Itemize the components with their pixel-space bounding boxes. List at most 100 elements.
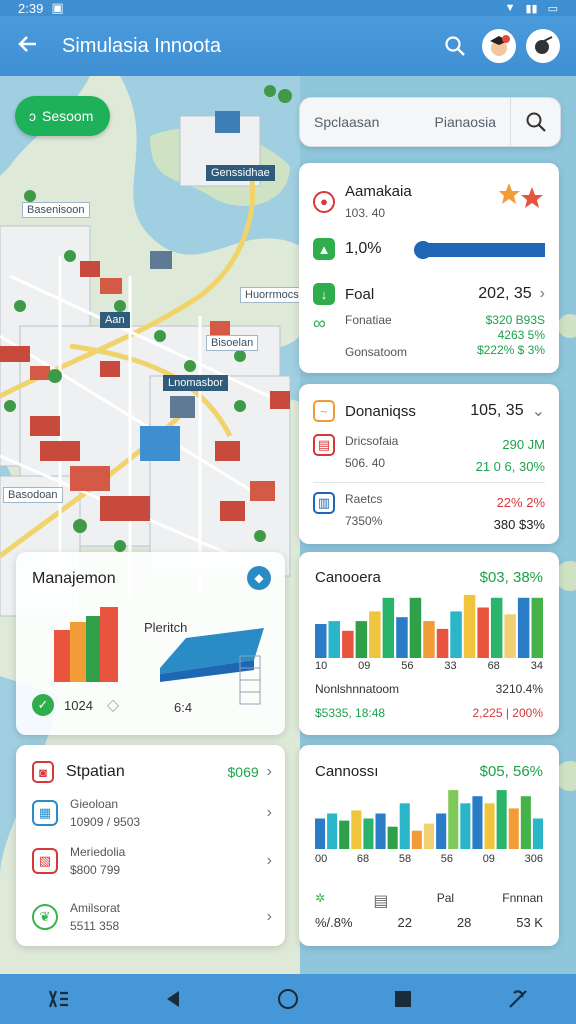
tick-label: 34 xyxy=(530,660,543,672)
chevron-right-icon[interactable]: › xyxy=(267,763,272,781)
leaf-icon: ❦ xyxy=(32,904,58,930)
map-label[interactable]: Aan xyxy=(100,312,130,328)
metric-value: 4263 5% xyxy=(497,328,545,342)
metric-value: $222% $ 3% xyxy=(476,343,545,357)
check-icon: ✓ xyxy=(32,694,54,716)
metric-value: 380 $3% xyxy=(493,517,545,532)
arrow-up-icon: ▲ xyxy=(313,238,335,260)
list-item-sub: 5511 358 xyxy=(70,919,120,933)
chart-bar xyxy=(355,621,368,658)
user-avatar[interactable] xyxy=(482,29,516,63)
chart-bar xyxy=(436,813,447,849)
chart-bar xyxy=(387,826,398,849)
map-label[interactable]: Basodoan xyxy=(3,487,63,503)
row-sublabel: 7350% xyxy=(345,514,383,528)
chart-bar xyxy=(484,803,495,849)
metric-value: 290 JM xyxy=(502,437,545,452)
tick-label: 56 xyxy=(401,660,414,672)
row-value: 202, 35 xyxy=(478,285,532,302)
status-bar: 2:39 ▣ ▼ ▮▮ ▭ xyxy=(0,0,576,16)
card-value: $05, 56% xyxy=(479,763,543,780)
chart-bar xyxy=(460,803,471,849)
list-item[interactable]: ▦ Gieoloan 10909 / 9503 › xyxy=(32,797,272,829)
rank-stars-icon xyxy=(499,177,545,218)
chevron-down-icon[interactable]: ⌄ xyxy=(532,401,545,421)
store-icon: ▧ xyxy=(32,848,58,874)
profile-menu-icon[interactable] xyxy=(526,29,560,63)
search-icon[interactable] xyxy=(438,29,472,63)
chart-card-a: Canooera $03, 38% 10 09 56 33 68 34 Nonl… xyxy=(299,552,559,735)
home-circle-icon[interactable] xyxy=(268,979,308,1019)
recents-square-icon[interactable] xyxy=(383,979,423,1019)
chart-bar xyxy=(382,597,395,658)
chart-bar xyxy=(504,614,516,658)
app-bar: Simulasia Innoota xyxy=(0,16,576,76)
list-item[interactable]: ▧ Meriedolia $800 799 › xyxy=(32,845,272,877)
chevron-right-icon[interactable]: › xyxy=(267,908,272,926)
tick-label: 58 xyxy=(398,853,412,865)
tick-label: 10 xyxy=(315,660,328,672)
row-label: Dricsofaia xyxy=(345,434,399,448)
chart-bar xyxy=(472,796,483,849)
link-icon: ∞ xyxy=(313,313,326,333)
list-item[interactable]: ❦ Amilsorat 5511 358 › xyxy=(32,901,272,933)
card-value: $069 xyxy=(227,764,259,780)
signal-icon: ▮▮ xyxy=(525,2,538,15)
footer-value: $5335, 18:48 xyxy=(315,706,386,720)
tick-label: 09 xyxy=(358,660,371,672)
row-label: Foal xyxy=(345,285,375,303)
search-button[interactable] xyxy=(510,97,560,147)
chevron-right-icon[interactable]: › xyxy=(540,285,545,303)
document-icon: ▤ xyxy=(313,434,335,456)
footer-value: 6:4 xyxy=(174,700,193,715)
location-pin-icon: ● xyxy=(313,190,335,213)
back-arrow-icon[interactable] xyxy=(16,31,48,62)
map-label[interactable]: Lnomasbor xyxy=(163,375,229,391)
chart-bar xyxy=(490,597,503,658)
apps-icon[interactable] xyxy=(38,979,78,1019)
stations-card: ◙ Stpatian $069 › ▦ Gieoloan 10909 / 950… xyxy=(16,745,285,946)
location-icon[interactable]: ◆ xyxy=(247,566,271,590)
chart-bar xyxy=(399,803,410,849)
chevron-right-icon[interactable]: › xyxy=(267,852,272,870)
card-title: Aamakaia xyxy=(345,183,412,200)
chart-bar xyxy=(436,628,449,658)
row-label: Fonatiae xyxy=(345,313,392,327)
chart-bar xyxy=(517,597,530,658)
card-title: Manajemon xyxy=(32,570,116,587)
footer-value: %/.8% xyxy=(315,915,353,930)
search-bar[interactable]: Spclaasan Pianaosia xyxy=(299,97,561,147)
search-input[interactable]: Spclaasan Pianaosia xyxy=(300,114,510,130)
chart-bar xyxy=(396,617,408,658)
chart-bar xyxy=(450,611,462,658)
footer-head: Fnnnan xyxy=(502,891,543,905)
page-title: Simulasia Innoota xyxy=(62,34,221,57)
back-triangle-icon[interactable] xyxy=(153,979,193,1019)
chevron-right-icon[interactable]: › xyxy=(267,804,272,822)
list-item-sub: $800 799 xyxy=(70,863,121,877)
notification-icon: ▣ xyxy=(51,0,64,15)
bar-chart xyxy=(315,790,543,849)
chart-card-b: Cannossı $05, 56% 00 68 58 56 09 306 ✲ ▤… xyxy=(299,745,559,946)
card-value: 105, 35 xyxy=(470,402,524,419)
bar-chart xyxy=(315,594,543,658)
map-label[interactable]: Genssidhae xyxy=(206,165,275,181)
document-icon: ▤ xyxy=(373,893,389,910)
assistant-icon[interactable] xyxy=(498,979,538,1019)
map-label[interactable]: Basenisoon xyxy=(22,202,90,218)
camera-icon: ◙ xyxy=(32,761,54,783)
chart-bar xyxy=(409,597,422,658)
dynamics-card: ~ Donaniqss 105, 35 ⌄ ▤ Dricsofaia 506. … xyxy=(299,384,559,544)
chart-bar xyxy=(496,790,507,849)
management-card: Manajemon ◆ Pleritch ✓ 1024 ◇ 6:4 xyxy=(16,552,285,735)
building-icon: ▦ xyxy=(32,800,58,826)
chart-bar xyxy=(448,790,459,849)
tree-icon: ✲ xyxy=(315,891,326,905)
chart-bar xyxy=(531,597,543,658)
map-label[interactable]: Bisoelan xyxy=(206,335,259,351)
card-title: Canooera xyxy=(315,569,381,586)
map-mode-chip[interactable]: ↄ Sesoom xyxy=(15,96,110,136)
footer-value: 53 K xyxy=(516,915,543,930)
list-item-label: Amilsorat xyxy=(70,901,121,915)
row-sublabel: 506. 40 xyxy=(345,456,386,470)
